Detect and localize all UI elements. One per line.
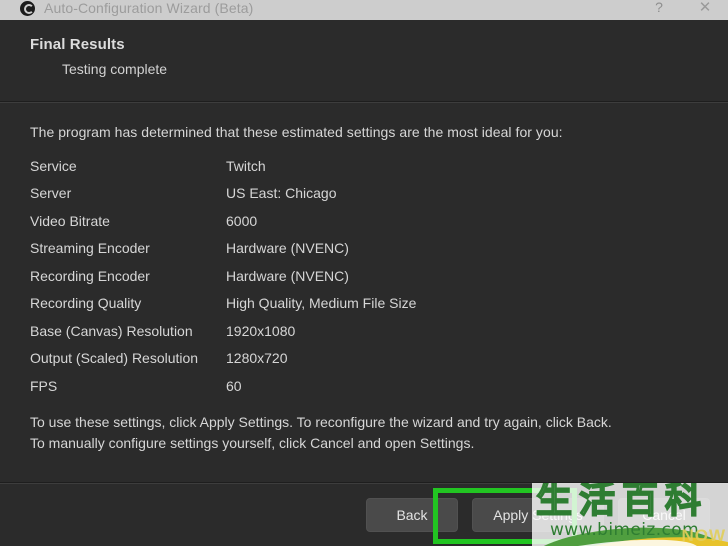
help-icon[interactable]: ? (636, 0, 682, 17)
watermark-chinese-text: 生活百科 (535, 483, 709, 521)
page-title: Final Results (30, 36, 125, 53)
setting-row: Video Bitrate 6000 (30, 207, 698, 235)
setting-value: Hardware (NVENC) (226, 240, 349, 257)
setting-row: Output (Scaled) Resolution 1280x720 (30, 345, 698, 373)
setting-label: Recording Encoder (30, 267, 150, 284)
setting-label: Streaming Encoder (30, 240, 150, 257)
title-bar: Auto-Configuration Wizard (Beta) ? ✕ (0, 0, 728, 20)
auto-configuration-wizard-window: Auto-Configuration Wizard (Beta) ? ✕ Fin… (0, 0, 728, 546)
intro-text: The program has determined that these es… (30, 124, 563, 140)
setting-label: Service (30, 157, 77, 174)
watermark-corner-text: NOW (681, 526, 726, 545)
setting-label: FPS (30, 377, 58, 394)
window-title: Auto-Configuration Wizard (Beta) (44, 0, 254, 16)
setting-value: US East: Chicago (226, 185, 337, 202)
setting-value: 1280x720 (226, 350, 288, 367)
window-controls: ? ✕ (636, 0, 728, 20)
instructions-line-1: To use these settings, click Apply Setti… (30, 413, 612, 430)
setting-value: 6000 (226, 212, 258, 229)
setting-label: Video Bitrate (30, 212, 110, 229)
setting-value: High Quality, Medium File Size (226, 295, 417, 312)
back-button[interactable]: Back (366, 497, 458, 532)
obs-logo-icon (20, 0, 35, 16)
setting-label: Server (30, 185, 72, 202)
setting-row: FPS 60 (30, 372, 698, 400)
watermark-overlay: 生活百科 www.bimeiz.com NOW (532, 483, 728, 546)
setting-row: Server US East: Chicago (30, 180, 698, 208)
setting-label: Output (Scaled) Resolution (30, 350, 199, 367)
setting-label: Base (Canvas) Resolution (30, 322, 193, 339)
settings-summary-list: Service Twitch Server US East: Chicago V… (30, 152, 698, 400)
setting-row: Base (Canvas) Resolution 1920x1080 (30, 317, 698, 345)
page-subtitle: Testing complete (62, 61, 168, 77)
setting-value: 60 (226, 377, 242, 394)
setting-row: Recording Quality High Quality, Medium F… (30, 290, 698, 318)
setting-row: Service Twitch (30, 152, 698, 180)
setting-row: Streaming Encoder Hardware (NVENC) (30, 235, 698, 263)
watermark-url-text: www.bimeiz.com (550, 520, 700, 540)
setting-label: Recording Quality (30, 295, 142, 312)
instructions-line-2: To manually configure settings yourself,… (30, 434, 475, 451)
setting-value: 1920x1080 (226, 322, 296, 339)
setting-value: Hardware (NVENC) (226, 267, 349, 284)
instructions-text: To use these settings, click Apply Setti… (30, 412, 695, 454)
setting-value: Twitch (226, 157, 266, 174)
wizard-body: The program has determined that these es… (0, 102, 728, 482)
close-icon[interactable]: ✕ (682, 0, 728, 17)
wizard-header: Final Results Testing complete (0, 20, 728, 102)
setting-row: Recording Encoder Hardware (NVENC) (30, 262, 698, 290)
